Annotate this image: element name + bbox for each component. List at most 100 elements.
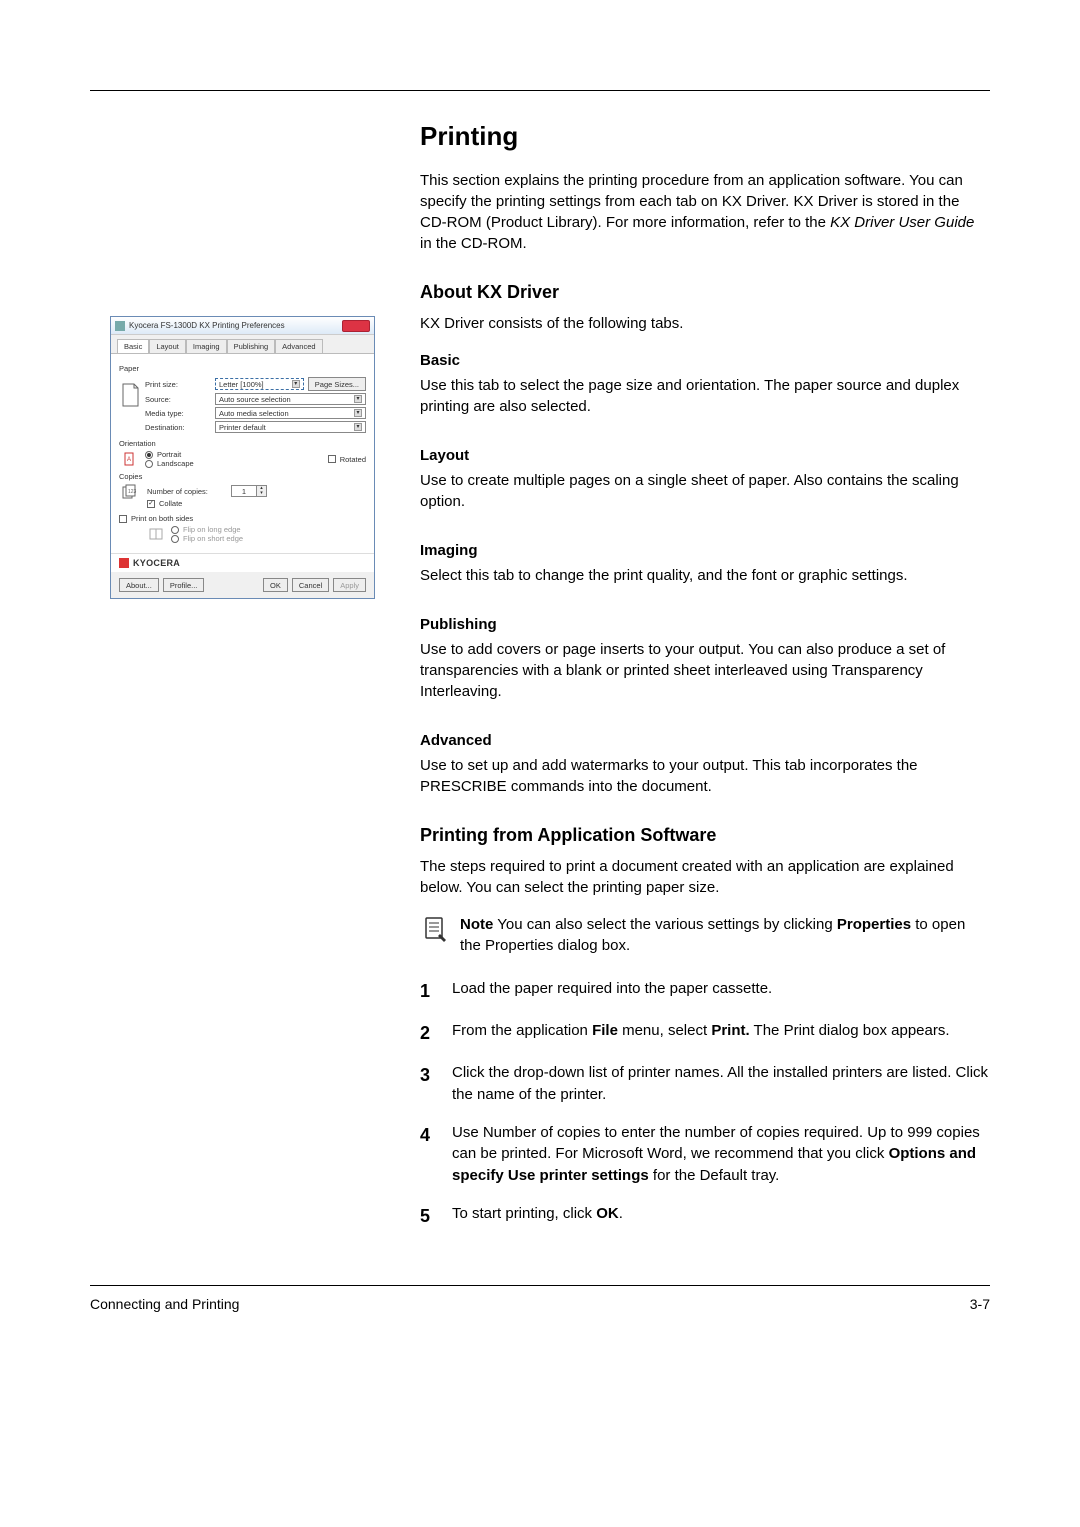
tab-publishing[interactable]: Publishing [227, 339, 276, 353]
brand-text: KYOCERA [133, 558, 180, 568]
step-text: Load the paper required into the paper c… [452, 978, 772, 1004]
printapp-body: The steps required to print a document c… [420, 856, 990, 898]
flip-short-radio: Flip on short edge [171, 534, 243, 543]
source-value: Auto source selection [219, 395, 291, 404]
print-size-select[interactable]: Letter [100%] ▾ [215, 378, 304, 390]
note-icon [420, 914, 450, 944]
dialog-tabs: Basic Layout Imaging Publishing Advanced [111, 335, 374, 354]
bottom-rule [90, 1285, 990, 1286]
section-copies: Copies [119, 472, 366, 481]
steps-list: 1 Load the paper required into the paper … [420, 978, 990, 1229]
step-number: 5 [420, 1203, 438, 1229]
print-both-sides-checkbox[interactable]: Print on both sides [119, 514, 366, 523]
section-orientation: Orientation [119, 439, 366, 448]
note-rest-1: You can also select the various settings… [493, 916, 837, 933]
step-3: 3 Click the drop-down list of printer nam… [420, 1062, 990, 1106]
copies-stepper[interactable]: 1 ▴▾ [231, 485, 267, 497]
chevron-down-icon: ▾ [354, 395, 362, 403]
copies-icon: 123 [119, 483, 141, 501]
step-number: 2 [420, 1020, 438, 1046]
tab-imaging[interactable]: Imaging [186, 339, 227, 353]
label-num-copies: Number of copies: [147, 487, 227, 496]
label-media: Media type: [145, 409, 211, 418]
about-heading: About KX Driver [420, 282, 990, 303]
imaging-heading: Imaging [420, 542, 990, 559]
copies-value: 1 [231, 485, 257, 497]
dialog-title: Kyocera FS-1300D KX Printing Preferences [129, 321, 342, 330]
footer: Connecting and Printing 3-7 [90, 1296, 990, 1312]
printapp-heading: Printing from Application Software [420, 825, 990, 846]
step-1: 1 Load the paper required into the paper … [420, 978, 990, 1004]
svg-text:A: A [127, 457, 131, 463]
landscape-label: Landscape [157, 459, 194, 468]
brand-icon [119, 558, 129, 568]
advanced-body: Use to set up and add watermarks to your… [420, 755, 990, 797]
publishing-heading: Publishing [420, 616, 990, 633]
tab-layout[interactable]: Layout [149, 339, 186, 353]
source-select[interactable]: Auto source selection ▾ [215, 393, 366, 405]
imaging-body: Select this tab to change the print qual… [420, 565, 990, 586]
checkbox-icon [119, 515, 127, 523]
chevron-down-icon: ▾ [354, 409, 362, 417]
cancel-button[interactable]: Cancel [292, 578, 329, 592]
tab-basic[interactable]: Basic [117, 339, 149, 353]
print-preferences-dialog: Kyocera FS-1300D KX Printing Preferences… [110, 316, 375, 599]
orientation-icon: A [119, 451, 141, 467]
brand-row: KYOCERA [111, 553, 374, 572]
media-value: Auto media selection [219, 409, 289, 418]
footer-left: Connecting and Printing [90, 1296, 239, 1312]
note-bold: Properties [837, 916, 911, 933]
step-text: Use Number of copies to enter the number… [452, 1122, 990, 1187]
step-number: 3 [420, 1062, 438, 1106]
intro-text-2: in the CD-ROM. [420, 235, 527, 252]
note-text: Note You can also select the various set… [460, 914, 990, 956]
advanced-heading: Advanced [420, 732, 990, 749]
flip-long-radio: Flip on long edge [171, 525, 243, 534]
page-sizes-button[interactable]: Page Sizes... [308, 377, 366, 391]
portrait-label: Portrait [157, 450, 181, 459]
about-body: KX Driver consists of the following tabs… [420, 313, 990, 334]
rotated-label: Rotated [340, 455, 366, 464]
label-source: Source: [145, 395, 211, 404]
top-rule [90, 90, 990, 91]
app-icon [115, 321, 125, 331]
about-button[interactable]: About... [119, 578, 159, 592]
tab-advanced[interactable]: Advanced [275, 339, 322, 353]
note-block: Note You can also select the various set… [420, 914, 990, 956]
note-lead: Note [460, 916, 493, 933]
portrait-radio[interactable]: Portrait [145, 450, 304, 459]
step-text: Click the drop-down list of printer name… [452, 1062, 990, 1106]
destination-select[interactable]: Printer default ▾ [215, 421, 366, 433]
collate-label: Collate [159, 499, 182, 508]
footer-right: 3-7 [970, 1296, 990, 1312]
profile-button[interactable]: Profile... [163, 578, 205, 592]
intro-italic: KX Driver User Guide [830, 214, 974, 231]
collate-checkbox[interactable]: Collate [147, 499, 366, 508]
checkbox-icon [147, 500, 155, 508]
step-4: 4Use Number of copies to enter the numbe… [420, 1122, 990, 1187]
landscape-radio[interactable]: Landscape [145, 459, 304, 468]
chevron-down-icon: ▾ [292, 380, 300, 388]
intro-paragraph: This section explains the printing proce… [420, 170, 990, 254]
destination-value: Printer default [219, 423, 266, 432]
step-number: 1 [420, 978, 438, 1004]
flip-long-label: Flip on long edge [183, 525, 241, 534]
print-both-sides-label: Print on both sides [131, 514, 193, 523]
step-5: 5 To start printing, click OK. [420, 1203, 990, 1229]
chevron-down-icon: ▾ [354, 423, 362, 431]
step-2: 2 From the application File menu, select … [420, 1020, 990, 1046]
publishing-body: Use to add covers or page inserts to you… [420, 639, 990, 702]
stepper-arrows-icon: ▴▾ [257, 485, 267, 497]
step-text: From the application File menu, select P… [452, 1020, 950, 1046]
print-size-value: Letter [100%] [219, 380, 264, 389]
ok-button[interactable]: OK [263, 578, 288, 592]
media-select[interactable]: Auto media selection ▾ [215, 407, 366, 419]
radio-icon [171, 526, 179, 534]
section-paper: Paper [119, 364, 366, 373]
radio-icon [145, 451, 153, 459]
close-icon[interactable] [342, 320, 370, 332]
svg-text:123: 123 [128, 489, 137, 495]
rotated-checkbox[interactable]: Rotated [328, 455, 366, 464]
radio-icon [171, 535, 179, 543]
step-text: To start printing, click OK. [452, 1203, 623, 1229]
